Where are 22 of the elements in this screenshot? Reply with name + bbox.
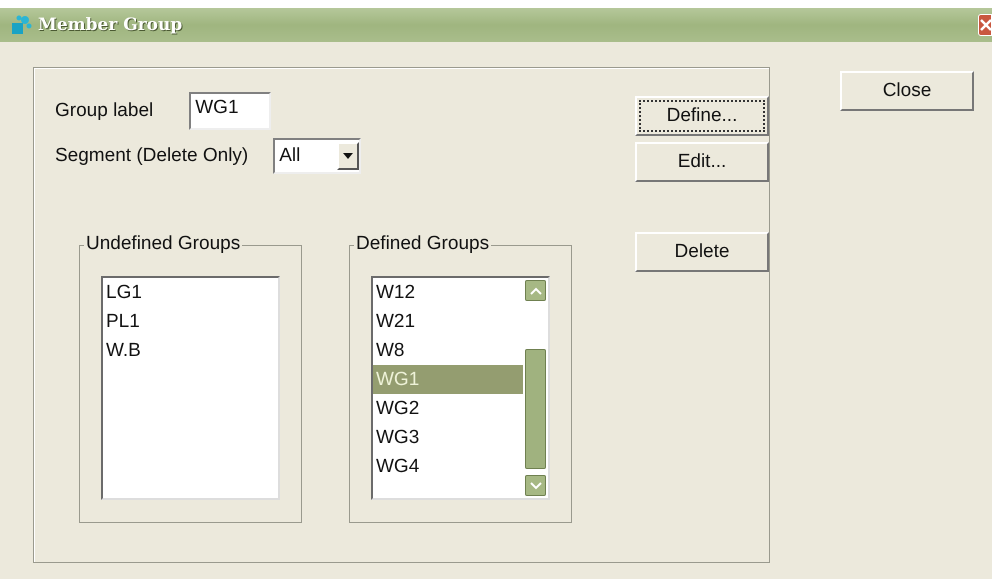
input-field[interactable]: WG1 (189, 92, 272, 130)
list-item[interactable]: W21 (373, 307, 523, 336)
list-item[interactable]: W8 (373, 336, 523, 365)
group-box-title: Undefined Groups (84, 233, 242, 255)
list-item[interactable]: LG1 (103, 278, 278, 307)
group-box-title: Defined Groups (354, 233, 492, 255)
dialog-button[interactable]: Edit... (635, 142, 769, 182)
delete-button[interactable]: Delete (635, 232, 769, 272)
dialog-button[interactable]: Define... (635, 96, 769, 136)
close-button[interactable]: Close (840, 71, 974, 111)
window-title: Member Group (38, 15, 182, 35)
field-label: Group label (55, 100, 154, 122)
list-box[interactable]: W12 W21 W8 WG1 WG2 WG3 WG4 (371, 276, 550, 500)
list-item[interactable]: WG2 (373, 394, 523, 423)
list-item[interactable]: WG4 (373, 452, 523, 481)
list-item[interactable]: W12 (373, 278, 523, 307)
list-box[interactable]: LG1 PL1 W.B (101, 276, 280, 500)
dropdown[interactable]: All (273, 138, 362, 174)
list-item[interactable]: WG3 (373, 423, 523, 452)
list-item[interactable]: W.B (103, 336, 278, 365)
field-label: Segment (Delete Only) (55, 145, 248, 167)
list-item[interactable]: PL1 (103, 307, 278, 336)
